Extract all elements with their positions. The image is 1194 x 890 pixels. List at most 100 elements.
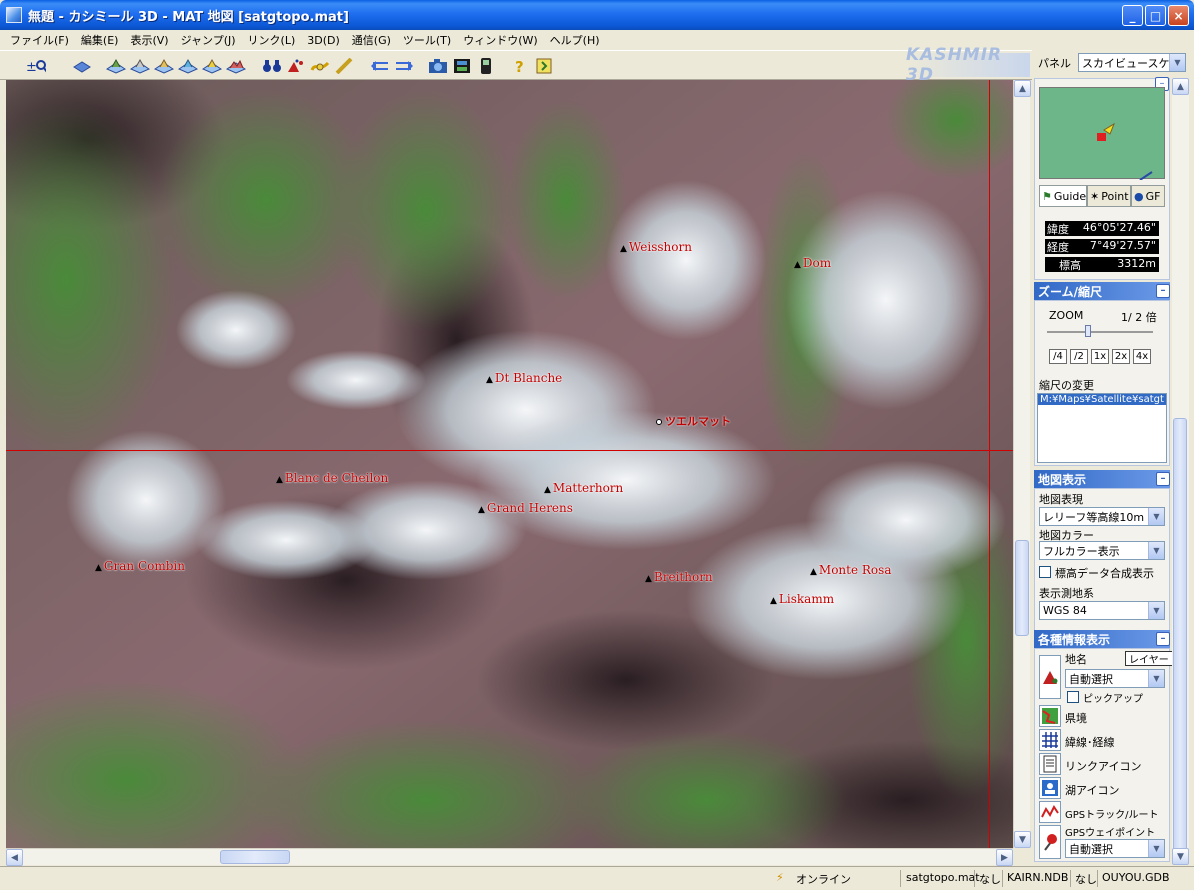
peak-icon: ▲	[810, 567, 817, 577]
menu-file[interactable]: ファイル(F)	[4, 32, 75, 48]
scroll-thumb[interactable]	[1015, 540, 1029, 636]
scroll-down-button[interactable]: ▼	[1172, 848, 1189, 865]
app-icon	[6, 7, 22, 23]
menu-tools[interactable]: ツール(T)	[397, 32, 457, 48]
grid-lines-icon[interactable]	[1039, 729, 1061, 751]
datum-select[interactable]: WGS 84 ▼	[1039, 601, 1165, 620]
peak-label[interactable]: ▲ Breithorn	[645, 570, 713, 584]
peak-label[interactable]: ▲ Liskamm	[770, 592, 834, 606]
camera-icon[interactable]	[428, 57, 448, 75]
menu-view[interactable]: 表示(V)	[124, 32, 174, 48]
peak-icon: ▲	[544, 485, 551, 495]
db1-status: KAIRN.NDB	[1007, 871, 1069, 884]
layer-icon[interactable]	[72, 57, 92, 75]
map-horizontal-scrollbar[interactable]: ◀ ▶	[6, 848, 1013, 866]
back-icon[interactable]	[370, 57, 390, 75]
scroll-right-button[interactable]: ▶	[996, 849, 1013, 866]
gps-icon[interactable]	[476, 57, 496, 75]
place-name-select[interactable]: 自動選択 ▼	[1065, 669, 1165, 688]
exit-icon[interactable]	[534, 57, 554, 75]
zoom-slider-handle[interactable]	[1085, 325, 1091, 337]
pickup-checkbox[interactable]	[1067, 691, 1079, 703]
elevation-composite-checkbox[interactable]	[1039, 566, 1051, 578]
maximize-button[interactable]: □	[1145, 5, 1166, 26]
zoom-2x-button[interactable]: 2x	[1112, 349, 1130, 364]
map-icon[interactable]	[130, 57, 150, 75]
peak-icon: ▲	[620, 244, 627, 254]
peak-icon: ▲	[794, 260, 801, 270]
latitude-line	[6, 450, 1013, 451]
menu-comm[interactable]: 通信(G)	[346, 32, 397, 48]
ruler-icon[interactable]	[334, 57, 354, 75]
map-vertical-scrollbar[interactable]: ▲ ▼	[1013, 80, 1031, 848]
town-label[interactable]: ツエルマット	[656, 413, 731, 429]
menu-link[interactable]: リンク(L)	[242, 32, 302, 48]
layer-button[interactable]: レイヤー	[1125, 651, 1173, 666]
tab-point[interactable]: ✶ Point	[1087, 185, 1131, 207]
panel-header: パネル スカイビュースケ ▼	[1032, 50, 1194, 78]
tab-guide[interactable]: ⚑ Guide	[1039, 185, 1087, 207]
mountain-icon[interactable]	[286, 57, 306, 75]
peak-label[interactable]: ▲ Blanc de Cheilon	[276, 471, 388, 485]
overview-map[interactable]	[1039, 87, 1165, 181]
map-icon[interactable]	[202, 57, 222, 75]
map-icon[interactable]	[154, 57, 174, 75]
peak-label[interactable]: ▲ Monte Rosa	[810, 563, 891, 577]
peak-label[interactable]: ▲ Dom	[794, 256, 831, 270]
map-icon[interactable]	[106, 57, 126, 75]
zoom-4x-button[interactable]: 4x	[1133, 349, 1151, 364]
scroll-left-button[interactable]: ◀	[6, 849, 23, 866]
scroll-up-button[interactable]: ▲	[1014, 80, 1031, 97]
scroll-thumb[interactable]	[220, 850, 290, 864]
peak-icon: ▲	[770, 596, 777, 606]
peak-label[interactable]: ▲ Grand Herens	[478, 501, 573, 515]
zoom-quarter-button[interactable]: /4	[1049, 349, 1067, 364]
zoom-in-out-icon[interactable]: ±	[26, 57, 46, 75]
help-icon[interactable]: ?	[510, 57, 530, 75]
minimize-section-button[interactable]: –	[1156, 632, 1170, 646]
peak-label[interactable]: ▲ Weisshorn	[620, 240, 692, 254]
zoom-1x-button[interactable]: 1x	[1091, 349, 1109, 364]
peak-icon: ▲	[478, 505, 485, 515]
scroll-up-button[interactable]: ▲	[1172, 78, 1189, 95]
minimize-section-button[interactable]: –	[1156, 284, 1170, 298]
link-icon[interactable]	[1039, 753, 1061, 775]
zoom-slider[interactable]	[1047, 331, 1153, 333]
forward-icon[interactable]	[394, 57, 414, 75]
peak-label[interactable]: ▲ Gran Combin	[95, 559, 185, 573]
tab-gf[interactable]: ● GF	[1131, 185, 1165, 207]
map-expression-select[interactable]: レリーフ等高線10m ▼	[1039, 507, 1165, 526]
scroll-down-button[interactable]: ▼	[1014, 831, 1031, 848]
map-color-select[interactable]: フルカラー表示 ▼	[1039, 541, 1165, 560]
menu-help[interactable]: ヘルプ(H)	[544, 32, 606, 48]
lake-icon[interactable]	[1039, 777, 1061, 799]
zoom-half-button[interactable]: /2	[1070, 349, 1088, 364]
place-name-icon[interactable]	[1039, 655, 1061, 699]
prefecture-border-icon[interactable]	[1039, 705, 1061, 727]
menu-jump[interactable]: ジャンプ(J)	[175, 32, 242, 48]
route-icon[interactable]	[310, 57, 330, 75]
gps-waypoint-icon[interactable]	[1039, 825, 1061, 859]
waypoint-select[interactable]: 自動選択 ▼	[1065, 839, 1165, 858]
menu-window[interactable]: ウィンドウ(W)	[457, 32, 543, 48]
minimize-section-button[interactable]: –	[1156, 472, 1170, 486]
map-icon[interactable]	[226, 57, 246, 75]
map-icon[interactable]	[178, 57, 198, 75]
map-view[interactable]: ▲ Weisshorn ▲ Dom ▲ Dt Blanche ▲ Blanc de Ch…	[6, 80, 1013, 848]
close-button[interactable]: ×	[1168, 5, 1189, 26]
scale-list[interactable]: M:¥Maps¥Satellite¥satgt	[1037, 393, 1167, 463]
menu-edit[interactable]: 編集(E)	[75, 32, 125, 48]
film-icon[interactable]	[452, 57, 472, 75]
binoculars-icon[interactable]	[262, 57, 282, 75]
scale-list-item[interactable]: M:¥Maps¥Satellite¥satgt	[1038, 394, 1166, 405]
minimize-button[interactable]: _	[1122, 5, 1143, 26]
gps-track-icon[interactable]	[1039, 801, 1061, 823]
menu-3d[interactable]: 3D(D)	[301, 34, 346, 47]
scroll-thumb[interactable]	[1173, 418, 1187, 858]
globe-icon: ●	[1134, 189, 1144, 203]
panel-select[interactable]: スカイビュースケ ▼	[1078, 53, 1186, 72]
peak-label[interactable]: ▲ Matterhorn	[544, 481, 623, 495]
peak-label[interactable]: ▲ Dt Blanche	[486, 371, 562, 385]
panel-scrollbar[interactable]: ▲ ▼	[1172, 78, 1189, 865]
info-section-title: 各種情報表示 –	[1034, 630, 1170, 648]
